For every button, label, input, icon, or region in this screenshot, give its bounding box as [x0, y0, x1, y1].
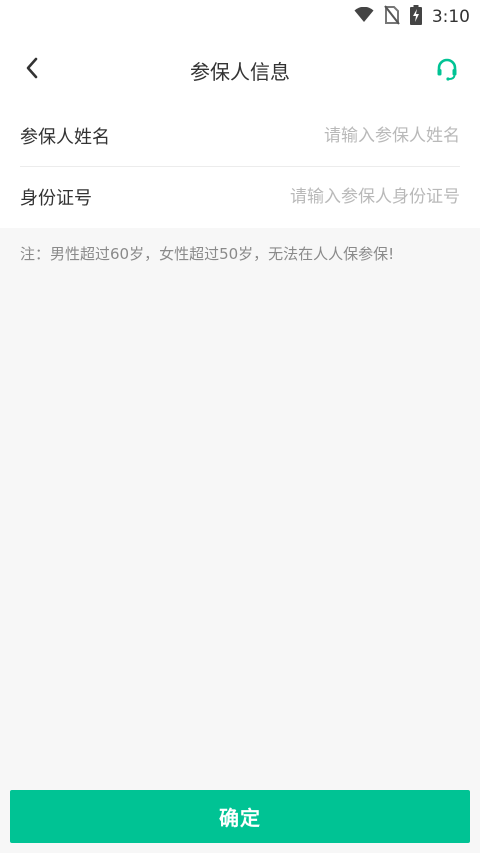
- customer-service-button[interactable]: [430, 54, 464, 88]
- age-restriction-note: 注：男性超过60岁，女性超过50岁，无法在人人保参保!: [20, 245, 395, 263]
- status-time: 3:10: [431, 7, 470, 27]
- insured-info-form: 参保人姓名 身份证号: [0, 106, 480, 228]
- no-sim-icon: [384, 5, 400, 29]
- status-icons: 3:10: [354, 4, 470, 30]
- nav-bar: 参保人信息: [0, 34, 480, 106]
- id-number-input[interactable]: [240, 187, 460, 207]
- name-input[interactable]: [240, 126, 460, 146]
- wifi-icon: [354, 6, 374, 27]
- battery-charging-icon: [409, 5, 422, 29]
- headset-icon: [435, 57, 459, 85]
- name-label: 参保人姓名: [20, 127, 110, 148]
- id-number-label: 身份证号: [20, 188, 92, 209]
- confirm-button[interactable]: 确定: [10, 790, 470, 843]
- name-row: 参保人姓名: [20, 106, 460, 167]
- id-number-row: 身份证号: [20, 167, 460, 227]
- page-title: 参保人信息: [190, 60, 290, 84]
- status-bar: 3:10: [0, 0, 480, 34]
